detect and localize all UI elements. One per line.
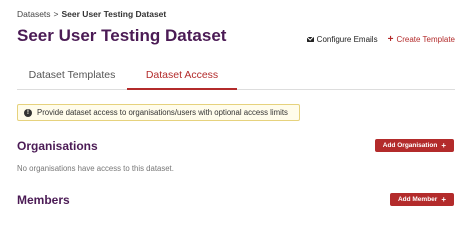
add-member-button[interactable]: Add Member + xyxy=(389,193,454,206)
configure-emails-label: Configure Emails xyxy=(316,35,378,44)
configure-emails-button[interactable]: Configure Emails xyxy=(306,35,378,44)
breadcrumb-datasets-link[interactable]: Datasets xyxy=(17,9,51,19)
breadcrumb-separator: > xyxy=(53,9,59,19)
plus-icon: + xyxy=(441,140,446,150)
add-member-label: Add Member xyxy=(397,196,438,203)
breadcrumb: Datasets > Seer User Testing Dataset xyxy=(17,9,166,19)
add-organisation-label: Add Organisation xyxy=(382,142,438,149)
create-template-button[interactable]: + Create Template xyxy=(387,33,455,45)
info-banner-text: Provide dataset access to organisations/… xyxy=(37,108,288,117)
create-template-label: Create Template xyxy=(396,35,455,44)
tab-dataset-access[interactable]: Dataset Access xyxy=(127,63,237,90)
header-actions: Configure Emails + Create Template xyxy=(306,33,455,45)
plus-icon: + xyxy=(387,33,394,45)
tab-dataset-templates[interactable]: Dataset Templates xyxy=(17,63,127,88)
plus-icon: + xyxy=(441,194,446,204)
page-title: Seer User Testing Dataset xyxy=(17,26,227,45)
breadcrumb-current: Seer User Testing Dataset xyxy=(61,9,167,19)
tab-bar: Dataset Templates Dataset Access xyxy=(17,63,455,90)
add-organisation-button[interactable]: Add Organisation + xyxy=(374,139,454,152)
organisations-empty-message: No organisations have access to this dat… xyxy=(17,164,174,173)
envelope-icon xyxy=(306,37,314,42)
info-banner: ! Provide dataset access to organisation… xyxy=(17,104,300,121)
dataset-access-page: Datasets > Seer User Testing Dataset Seer … xyxy=(0,0,470,217)
info-icon: ! xyxy=(24,108,32,117)
members-heading: Members xyxy=(17,193,70,207)
organisations-heading: Organisations xyxy=(17,139,98,153)
